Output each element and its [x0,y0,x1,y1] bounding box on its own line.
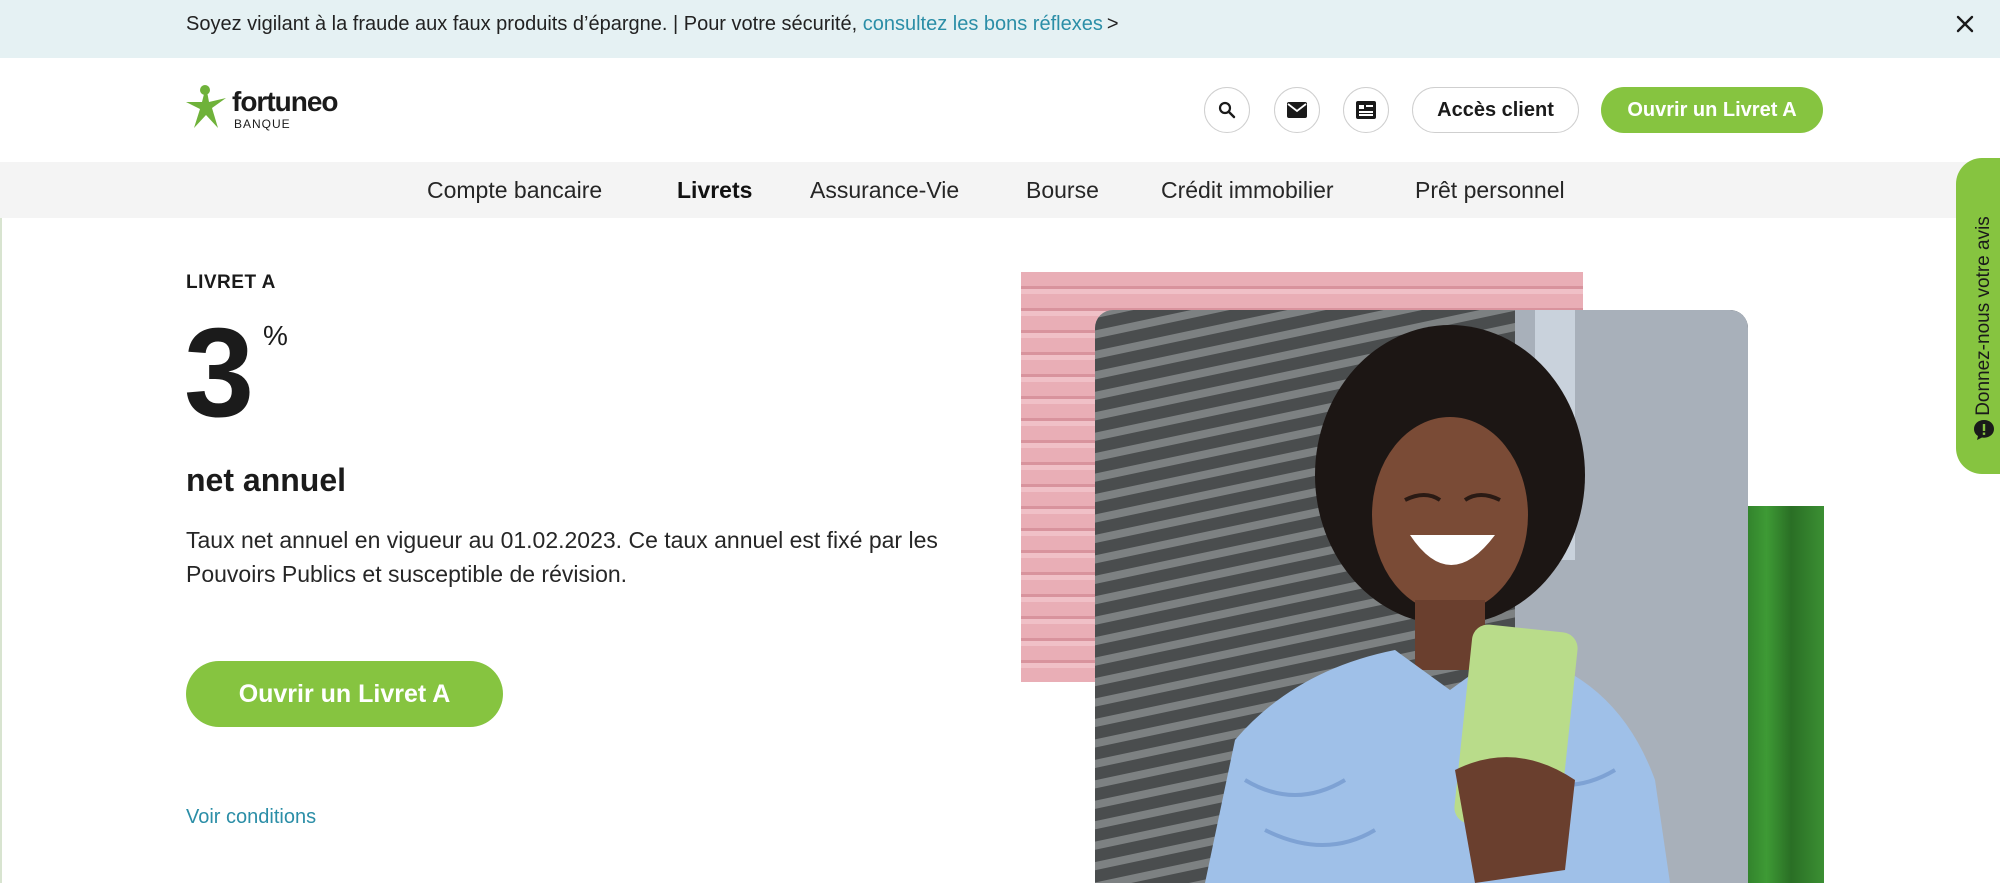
nav-item-pret-personnel[interactable]: Prêt personnel [1415,162,1565,218]
main-nav: Compte bancaire Livrets Assurance-Vie Bo… [0,162,2000,218]
alert-message: Soyez vigilant à la fraude aux faux prod… [186,13,863,35]
mail-button[interactable] [1274,87,1320,133]
nav-item-compte-bancaire[interactable]: Compte bancaire [427,162,602,218]
rate-unit: % [263,320,288,351]
logo-subtitle: BANQUE [234,117,291,131]
rate-description: Taux net annuel en vigueur au 01.02.2023… [186,527,938,587]
hero-photo [1095,310,1748,883]
product-eyebrow: LIVRET A [186,272,276,293]
alert-arrow: > [1106,13,1119,35]
alert-banner: Soyez vigilant à la fraude aux faux prod… [0,0,2000,58]
client-access-button[interactable]: Accès client [1412,87,1579,133]
mail-icon [1287,102,1307,118]
close-banner-button[interactable] [1950,9,1980,39]
hero-photo-illustration [1095,310,1748,883]
feedback-label: Donnez-nous votre avis [1973,216,1994,416]
search-button[interactable] [1204,87,1250,133]
chat-bubble-icon [1974,420,1994,440]
rate-label: net annuel [186,462,347,498]
open-livret-header-button[interactable]: Ouvrir un Livret A [1601,87,1823,133]
nav-item-assurance-vie[interactable]: Assurance-Vie [810,162,959,218]
contact-card-icon [1356,101,1376,119]
green-backdrop [1742,506,1824,883]
fortuneo-logo[interactable]: fortuneo BANQUE [184,84,339,132]
nav-item-credit-immobilier[interactable]: Crédit immobilier [1161,162,1334,218]
open-livret-cta-button[interactable]: Ouvrir un Livret A [186,661,503,727]
contact-card-button[interactable] [1343,87,1389,133]
conditions-link[interactable]: Voir conditions [186,806,316,829]
logo-star-icon [186,85,226,128]
logo-name: fortuneo [232,86,339,117]
alert-text: Soyez vigilant à la fraude aux faux prod… [186,0,1119,48]
search-icon [1218,101,1236,119]
close-icon [1956,15,1974,33]
nav-item-bourse[interactable]: Bourse [1026,162,1099,218]
alert-link[interactable]: consultez les bons réflexes [863,13,1103,35]
rate-value: 3 [184,302,254,443]
nav-item-livrets[interactable]: Livrets [677,162,752,218]
